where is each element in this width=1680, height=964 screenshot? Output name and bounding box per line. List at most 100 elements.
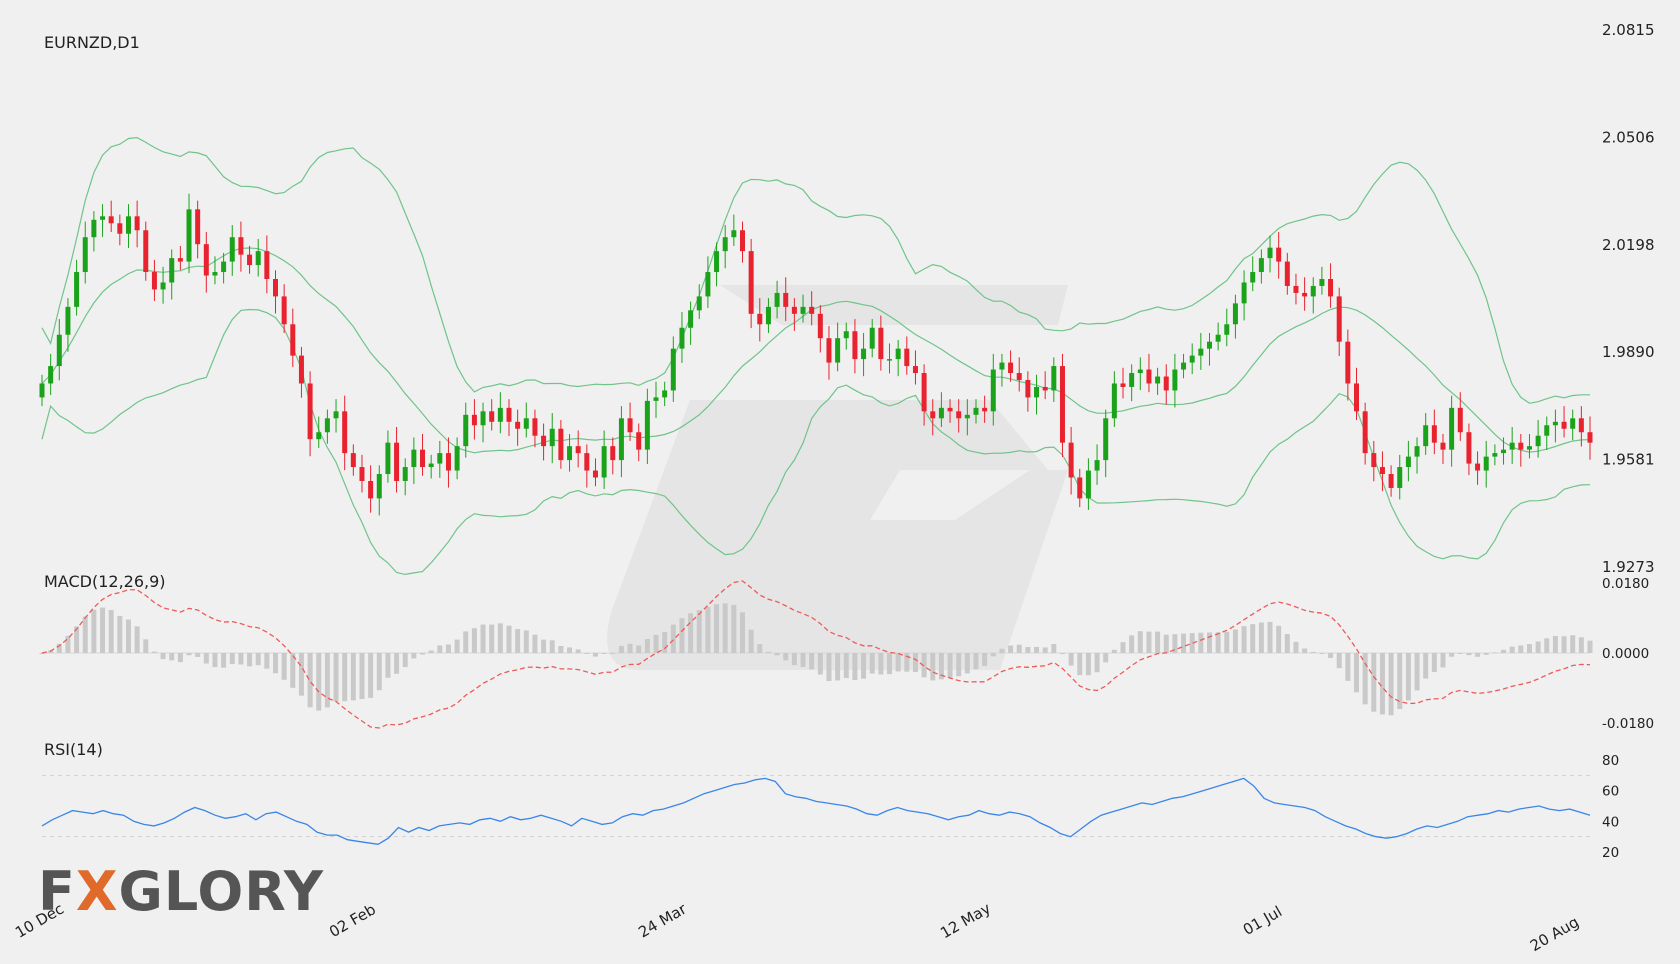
candle-body (385, 442, 391, 475)
macd-histogram-bar (887, 653, 893, 675)
macd-histogram-bar (1051, 643, 1057, 653)
candle-body (1509, 442, 1515, 450)
macd-histogram-bar (644, 638, 650, 653)
macd-histogram-bar (1059, 653, 1065, 655)
macd-histogram-bar (1414, 653, 1420, 691)
candle-body (791, 306, 797, 314)
candle-body (151, 272, 157, 290)
macd-histogram-bar (437, 645, 443, 653)
price-tick-label: 1.9581 (1602, 451, 1655, 469)
candle-body (65, 306, 71, 335)
candle-body (861, 348, 867, 360)
macd-histogram-bar (1224, 631, 1230, 653)
macd-histogram-bar (1535, 641, 1541, 653)
candle-body (91, 219, 97, 238)
candle-body (1181, 362, 1187, 370)
x-tick-label: 24 Mar (635, 899, 690, 941)
candle-body (298, 355, 304, 384)
macd-histogram-bar (420, 653, 426, 655)
macd-histogram-bar (1146, 631, 1152, 653)
candle-body (1431, 425, 1437, 443)
candle-body (1137, 369, 1143, 374)
candle-body (783, 292, 789, 307)
macd-histogram-bar (722, 603, 728, 653)
macd-histogram-bar (402, 653, 408, 668)
macd-histogram-bar (601, 653, 607, 654)
macd-histogram-bar (1155, 631, 1161, 653)
candle-body (1328, 278, 1334, 297)
rsi-tick-label: 20 (1602, 845, 1619, 861)
macd-histogram-bar (1405, 653, 1411, 701)
candle-body (48, 366, 54, 384)
candle-body (324, 418, 330, 433)
macd-histogram-bar (1068, 653, 1074, 666)
macd-histogram-bar (1103, 653, 1109, 663)
candle-body (1025, 379, 1031, 398)
candle-body (264, 251, 270, 279)
macd-histogram-bar (532, 634, 538, 653)
macd-histogram-bar (169, 653, 175, 661)
macd-histogram-bar (861, 653, 867, 679)
candle-body (1397, 467, 1403, 488)
candle-body (982, 407, 988, 412)
macd-histogram-bar (117, 615, 123, 653)
candle-body (272, 278, 278, 297)
macd-title: MACD(12,26,9) (44, 572, 166, 591)
candle-body (1526, 446, 1532, 450)
candle-body (247, 254, 253, 266)
candle-body (938, 407, 944, 419)
macd-histogram-bar (973, 653, 979, 670)
rsi-line (41, 777, 1591, 845)
candle-body (1379, 467, 1385, 475)
candle-body (497, 407, 503, 422)
macd-histogram-bar (843, 653, 849, 679)
candle-body (1518, 442, 1524, 450)
macd-histogram-bar (1215, 632, 1221, 653)
macd-histogram-bar (627, 643, 633, 653)
candle-body (722, 237, 728, 252)
macd-histogram-bar (567, 647, 573, 653)
macd-tick-label: 0.0180 (1602, 576, 1649, 592)
macd-histogram-bar (307, 653, 313, 708)
chart-svg: 2.0815 2.0506 2.0198 1.9890 1.9581 1.9273 0.0… (12, 21, 1655, 955)
macd-histogram-bar (316, 653, 322, 711)
candle-body (186, 209, 192, 262)
macd-histogram-bar (108, 610, 114, 653)
candle-body (1068, 442, 1074, 478)
candle-body (541, 435, 547, 447)
candle-body (1475, 463, 1481, 471)
candle-body (1258, 258, 1264, 273)
candle-body (843, 331, 849, 339)
candle-body (350, 453, 356, 468)
candle-body (679, 327, 685, 349)
macd-histogram-bar (1578, 637, 1584, 653)
candle-body (1561, 421, 1567, 429)
macd-histogram-bar (497, 623, 503, 653)
x-tick-label: 01 Jul (1240, 902, 1285, 939)
candle-body (644, 400, 650, 450)
macd-histogram-bar (670, 624, 676, 653)
candle-body (688, 310, 694, 328)
macd-histogram-bar (636, 645, 642, 653)
candle-body (1319, 278, 1325, 286)
macd-histogram-bar (1362, 653, 1368, 705)
macd-histogram-bar (1198, 632, 1204, 653)
macd-histogram-bar (1431, 653, 1437, 672)
candle-body (445, 453, 451, 471)
macd-histogram-bar (800, 653, 806, 668)
candle-body (74, 272, 80, 307)
candle-body (1034, 386, 1040, 398)
candle-body (1198, 348, 1204, 356)
candle-body (1405, 456, 1411, 468)
macd-histogram-bar (1137, 631, 1143, 653)
macd-histogram-bar (688, 613, 694, 653)
macd-histogram-bar (264, 653, 270, 669)
macd-histogram-bar (757, 644, 763, 653)
rsi-tick-label: 60 (1602, 784, 1619, 800)
candle-body (1552, 421, 1558, 426)
macd-histogram-bar (1587, 640, 1593, 653)
macd-histogram-bar (134, 626, 140, 653)
candle-body (904, 348, 910, 367)
macd-histogram-bar (584, 653, 590, 654)
candle-body (1215, 334, 1221, 342)
